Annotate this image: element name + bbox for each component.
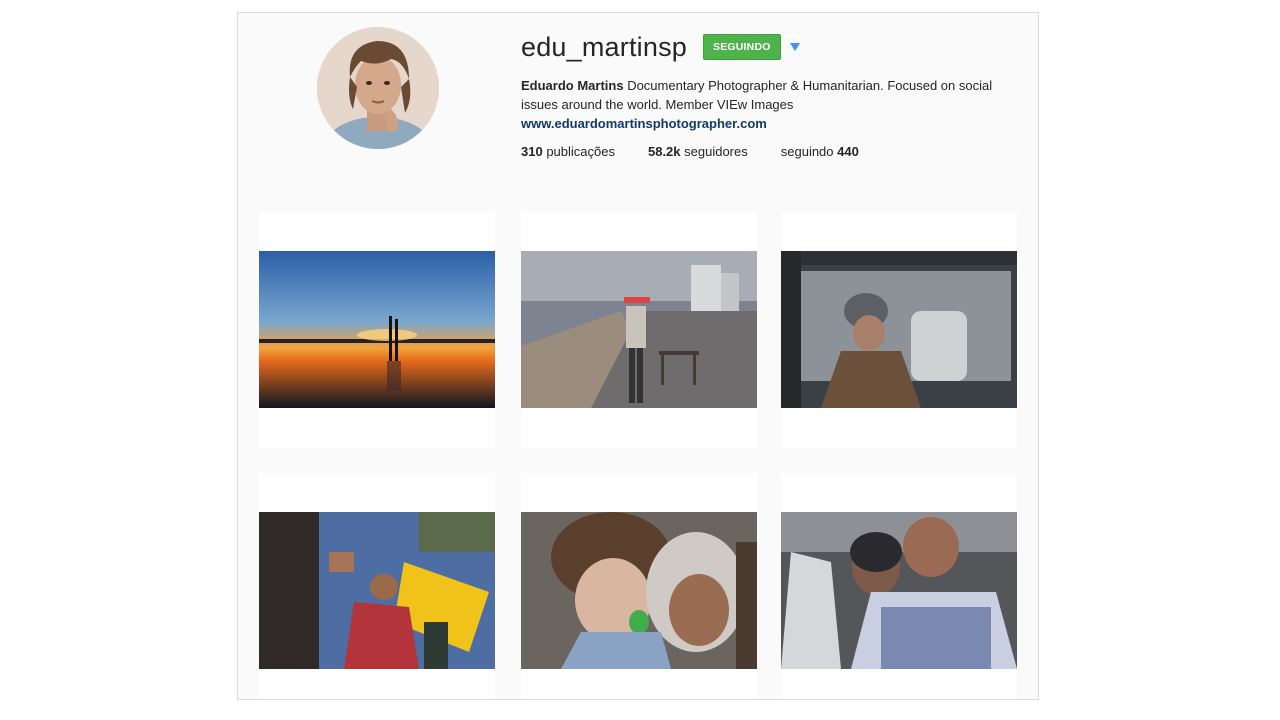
followers-label: seguidores [680,144,748,159]
post-thumbnail-water[interactable] [259,473,495,699]
post-thumbnail-street[interactable] [521,212,757,448]
profile-page: edu_martinsp SEGUINDO Eduardo Martins Do… [237,12,1039,700]
posts-count: 310 [521,144,543,159]
post-image [781,251,1017,408]
profile-avatar[interactable] [317,27,439,149]
post-thumbnail-bus[interactable] [781,212,1017,448]
post-image [521,512,757,669]
post-image [259,512,495,669]
following-stat[interactable]: seguindo 440 [781,144,859,159]
profile-stats: 310 publicações 58.2k seguidores seguind… [521,144,892,159]
triangle-down-icon[interactable] [789,43,800,51]
website-link[interactable]: www.eduardomartinsphotographer.com [521,114,1021,133]
following-button[interactable]: SEGUINDO [703,34,781,60]
followers-stat[interactable]: 58.2k seguidores [648,144,748,159]
post-thumbnail-sunset[interactable] [259,212,495,448]
following-label: seguindo [780,144,838,159]
post-image [781,512,1017,669]
following-count: 440 [837,144,859,159]
username: edu_martinsp [521,31,687,62]
post-thumbnail-embrace[interactable] [781,473,1017,699]
full-name: Eduardo Martins [521,78,624,93]
post-image [259,251,495,408]
posts-label: publicações [542,144,615,159]
followers-count: 58.2k [647,144,681,159]
username-row: edu_martinsp SEGUINDO [521,29,800,65]
posts-stat[interactable]: 310 publicações [521,144,615,159]
post-image [521,251,757,408]
post-thumbnail-child[interactable] [521,473,757,699]
profile-bio: Eduardo Martins Documentary Photographer… [521,76,1021,133]
